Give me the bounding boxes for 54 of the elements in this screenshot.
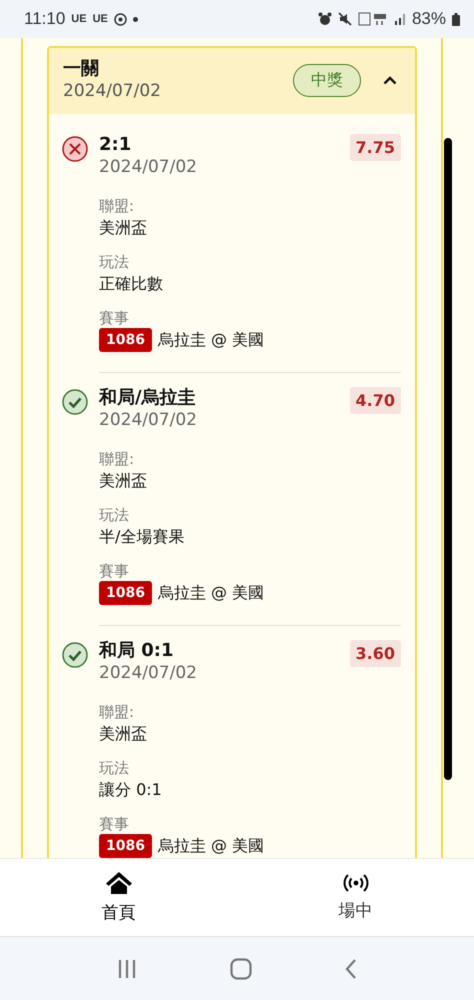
odds-value: 7.75 <box>350 134 401 161</box>
field-value: 美洲盃 <box>99 217 147 239</box>
card-header[interactable]: 一關 2024/07/02 中獎 <box>49 48 415 114</box>
field-label: 聯盟: <box>99 196 136 216</box>
selection-name: 和局 0:1 <box>99 640 175 662</box>
event-number: 1086 <box>99 328 152 352</box>
recent-apps-icon[interactable] <box>116 958 138 980</box>
clock-time: 11:10 <box>24 9 66 29</box>
status-indicator: UE <box>71 13 87 25</box>
field-label: 玩法 <box>99 505 130 525</box>
field-value: 烏拉圭 @ 美國 <box>158 835 264 857</box>
check-circle-icon <box>62 389 88 415</box>
match-date: 2024/07/02 <box>99 662 197 684</box>
bet-type: 一關 <box>63 58 100 80</box>
field-label: 玩法 <box>99 252 130 272</box>
field-value: 烏拉圭 @ 美國 <box>158 329 264 351</box>
cross-circle-icon <box>62 136 88 162</box>
status-badge: 中獎 <box>293 64 361 96</box>
event-number: 1086 <box>99 581 152 605</box>
signal-icon <box>394 13 406 25</box>
selection-name: 和局/烏拉圭 <box>99 387 197 409</box>
event-number: 1086 <box>99 834 152 858</box>
field-label: 賽事 <box>99 561 130 581</box>
nav-tab[interactable]: 場中 <box>330 869 380 926</box>
mute-icon <box>338 12 352 26</box>
field-value: 美洲盃 <box>99 723 147 745</box>
field-label: 賽事 <box>99 308 130 328</box>
selection-name: 2:1 <box>99 134 132 156</box>
field-label: 聯盟: <box>99 702 136 722</box>
back-icon[interactable] <box>344 958 358 980</box>
field-value: 美洲盃 <box>99 470 147 492</box>
broadcast-icon <box>342 873 370 893</box>
scrollbar[interactable] <box>444 138 452 780</box>
field-value: 半/全場賽果 <box>99 526 184 548</box>
check-circle-icon <box>62 642 88 668</box>
battery-icon <box>452 12 460 26</box>
field-value: 正確比數 <box>99 273 163 295</box>
field-value: 烏拉圭 @ 美國 <box>158 582 264 604</box>
field-label: 賽事 <box>99 814 130 834</box>
home-button-icon[interactable] <box>230 958 252 980</box>
odds-value: 4.70 <box>350 387 401 414</box>
battery-level: 83% <box>412 9 446 29</box>
nav-tab[interactable]: 首頁 <box>94 867 144 928</box>
field-value: 讓分 0:1 <box>99 779 162 801</box>
caret-up-icon[interactable] <box>383 76 397 84</box>
odds-value: 3.60 <box>350 640 401 667</box>
match-date: 2024/07/02 <box>99 409 197 431</box>
field-label: 聯盟: <box>99 449 136 469</box>
match-date: 2024/07/02 <box>99 156 197 178</box>
bet-date: 2024/07/02 <box>63 80 162 102</box>
status-indicator: UE <box>92 13 108 25</box>
home-icon <box>104 871 132 895</box>
field-label: 玩法 <box>99 758 130 778</box>
dot-icon <box>132 16 138 22</box>
